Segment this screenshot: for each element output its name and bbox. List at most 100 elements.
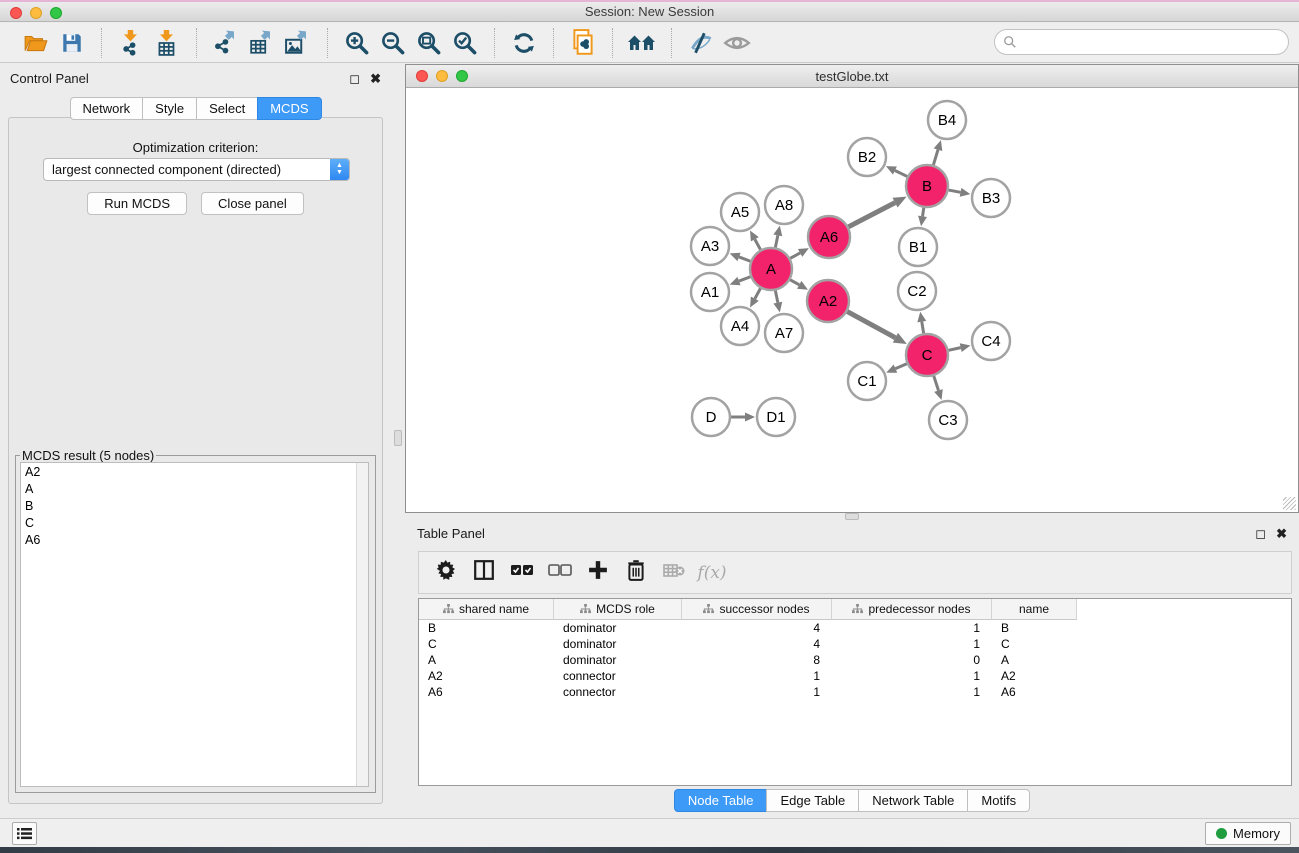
hide-graphics-details-button[interactable] <box>683 27 719 59</box>
edge-A-A2[interactable] <box>790 280 799 285</box>
node-B3[interactable]: B3 <box>972 179 1010 217</box>
delete-table-button[interactable] <box>657 556 691 590</box>
node-A1[interactable]: A1 <box>691 273 729 311</box>
show-graphics-details-button[interactable] <box>719 27 755 59</box>
tab-edge-table[interactable]: Edge Table <box>766 789 859 812</box>
vertical-split-grip[interactable] <box>394 430 402 446</box>
table-float-panel-icon[interactable]: ◻ <box>1255 527 1266 540</box>
network-window-title-bar[interactable]: testGlobe.txt <box>406 65 1298 88</box>
float-panel-icon[interactable]: ◻ <box>349 72 360 85</box>
gear-button[interactable] <box>429 556 463 590</box>
horizontal-split-grip[interactable] <box>845 513 859 520</box>
column-header-predecessor-nodes[interactable]: predecessor nodes <box>832 599 992 620</box>
table-row[interactable]: Bdominator41B <box>419 620 1291 636</box>
edge-C-C3[interactable] <box>934 376 939 391</box>
edge-A-A4[interactable] <box>755 288 761 298</box>
column-header-MCDS-role[interactable]: MCDS role <box>554 599 682 620</box>
column-header-successor-nodes[interactable]: successor nodes <box>682 599 832 620</box>
edge-B-B2[interactable] <box>895 170 907 176</box>
memory-button[interactable]: Memory <box>1205 822 1291 845</box>
mcds-result-item[interactable]: A <box>21 480 368 497</box>
node-C[interactable]: C <box>906 334 948 376</box>
table-row[interactable]: A2connector11A2 <box>419 668 1291 684</box>
zoom-selected-button[interactable] <box>447 27 483 59</box>
zoom-fit-button[interactable] <box>411 27 447 59</box>
node-A8[interactable]: A8 <box>765 186 803 224</box>
edge-C-C4[interactable] <box>948 348 960 351</box>
import-table-button[interactable] <box>149 27 185 59</box>
edge-A-A8[interactable] <box>775 235 777 247</box>
edge-A-A6[interactable] <box>790 253 800 258</box>
close-panel-button[interactable]: Close panel <box>201 192 304 215</box>
window-resize-grip[interactable] <box>1283 497 1296 510</box>
network-maximize-icon[interactable] <box>456 70 468 82</box>
edge-B-B1[interactable] <box>923 208 924 217</box>
deselect-all-button[interactable] <box>543 556 577 590</box>
tab-style[interactable]: Style <box>142 97 197 120</box>
edge-B-B3[interactable] <box>949 190 961 192</box>
edge-A6-B[interactable] <box>849 203 896 227</box>
mcds-result-item[interactable]: A2 <box>21 463 368 480</box>
node-C4[interactable]: C4 <box>972 322 1010 360</box>
home-layout-button[interactable] <box>624 27 660 59</box>
tab-network[interactable]: Network <box>69 97 143 120</box>
function-builder-button[interactable]: f(x) <box>695 556 729 590</box>
tab-node-table[interactable]: Node Table <box>674 789 768 812</box>
add-button[interactable] <box>581 556 615 590</box>
edge-A-A1[interactable] <box>739 277 750 281</box>
node-A[interactable]: A <box>750 248 792 290</box>
mcds-result-item[interactable]: B <box>21 497 368 514</box>
import-network-button[interactable] <box>113 27 149 59</box>
node-A7[interactable]: A7 <box>765 314 803 352</box>
node-C2[interactable]: C2 <box>898 272 936 310</box>
run-mcds-button[interactable]: Run MCDS <box>87 192 187 215</box>
node-B1[interactable]: B1 <box>899 228 937 266</box>
network-close-icon[interactable] <box>416 70 428 82</box>
edge-A-A3[interactable] <box>739 257 750 261</box>
column-header-name[interactable]: name <box>992 599 1077 620</box>
node-A5[interactable]: A5 <box>721 193 759 231</box>
node-C3[interactable]: C3 <box>929 401 967 439</box>
mcds-result-item[interactable]: A6 <box>21 531 368 548</box>
export-network-button[interactable] <box>208 27 244 59</box>
search-input[interactable] <box>1017 35 1288 50</box>
close-window-icon[interactable] <box>10 7 22 19</box>
export-table-button[interactable] <box>244 27 280 59</box>
maximize-window-icon[interactable] <box>50 7 62 19</box>
node-A4[interactable]: A4 <box>721 307 759 345</box>
table-row[interactable]: Cdominator41C <box>419 636 1291 652</box>
select-all-button[interactable] <box>505 556 539 590</box>
table-close-panel-icon[interactable]: ✖ <box>1276 527 1287 540</box>
node-table[interactable]: shared nameMCDS rolesuccessor nodesprede… <box>418 598 1292 786</box>
mcds-result-list[interactable]: A2ABCA6 <box>20 462 369 787</box>
node-B2[interactable]: B2 <box>848 138 886 176</box>
zoom-out-button[interactable] <box>375 27 411 59</box>
refresh-button[interactable] <box>506 27 542 59</box>
node-C1[interactable]: C1 <box>848 362 886 400</box>
tab-motifs[interactable]: Motifs <box>967 789 1030 812</box>
node-A3[interactable]: A3 <box>691 227 729 265</box>
zoom-in-button[interactable] <box>339 27 375 59</box>
tab-network-table[interactable]: Network Table <box>858 789 968 812</box>
optimization-criterion-select[interactable]: largest connected component (directed) ▲… <box>43 158 350 181</box>
node-A2[interactable]: A2 <box>807 280 849 322</box>
close-panel-icon[interactable]: ✖ <box>370 72 381 85</box>
tab-select[interactable]: Select <box>196 97 258 120</box>
minimize-window-icon[interactable] <box>30 7 42 19</box>
first-neighbors-button[interactable] <box>565 27 601 59</box>
network-minimize-icon[interactable] <box>436 70 448 82</box>
node-D1[interactable]: D1 <box>757 398 795 436</box>
edge-B-B4[interactable] <box>933 150 938 165</box>
edge-C-C2[interactable] <box>922 322 924 334</box>
column-header-shared-name[interactable]: shared name <box>419 599 554 620</box>
save-session-button[interactable] <box>54 27 90 59</box>
delete-button[interactable] <box>619 556 653 590</box>
network-canvas[interactable]: B4B2BB3B1A5A8A6A3AA1C2A2A4A7CC4C1C3DD1 <box>406 88 1298 512</box>
tab-mcds[interactable]: MCDS <box>257 97 321 120</box>
mcds-list-scrollbar[interactable] <box>356 463 368 786</box>
open-session-button[interactable] <box>18 27 54 59</box>
mcds-result-item[interactable]: C <box>21 514 368 531</box>
node-A6[interactable]: A6 <box>808 216 850 258</box>
table-row[interactable]: Adominator80A <box>419 652 1291 668</box>
columns-button[interactable] <box>467 556 501 590</box>
